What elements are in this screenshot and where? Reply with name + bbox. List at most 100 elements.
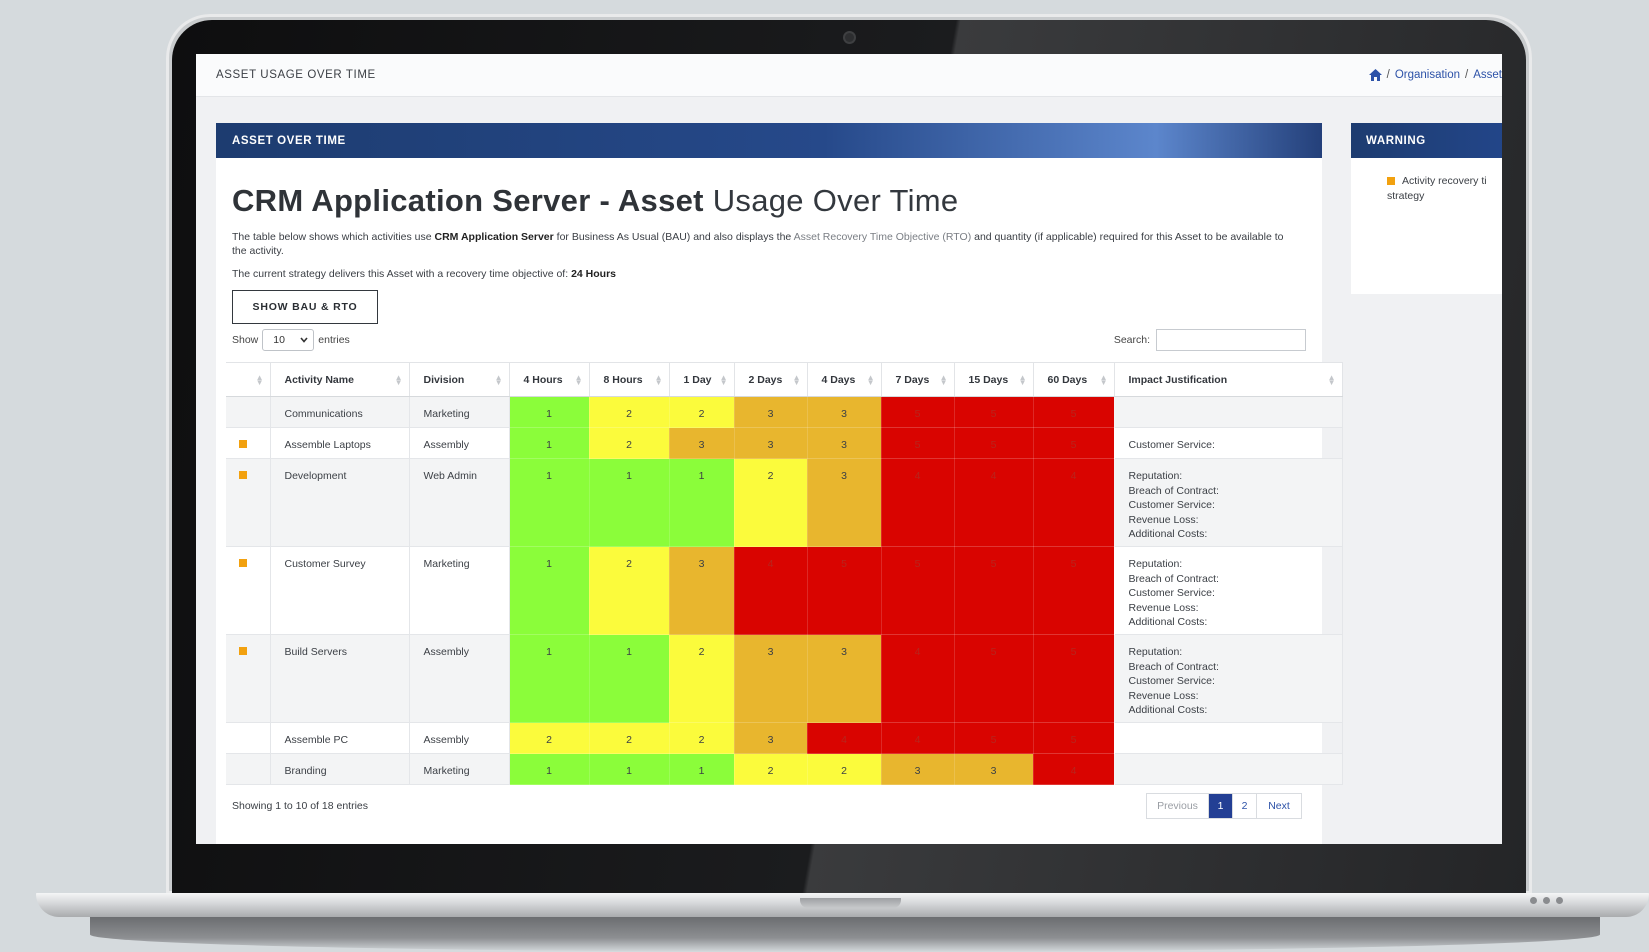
division: Assembly	[409, 634, 510, 723]
impact-justification	[1114, 722, 1343, 754]
rto-statement: The current strategy delivers this Asset…	[232, 268, 616, 280]
column-header-division[interactable]: Division ▲ ▼	[409, 362, 510, 397]
impact-level-cell: 3	[954, 753, 1034, 785]
camera-icon	[845, 33, 854, 42]
sort-icon: ▲ ▼	[574, 373, 583, 387]
column-header-2-days[interactable]: 2 Days ▲ ▼	[734, 362, 808, 397]
table-row[interactable]: Communications Marketing 1 2 2 3 3 5 5 5	[226, 396, 1343, 428]
asset-usage-table: ▲ ▼ Activity Name ▲ ▼ Division ▲ ▼ 4 Hours ▲ ▼ 8 Ho…	[226, 362, 1343, 785]
row-flag-cell	[226, 427, 271, 459]
impact-item: Customer Service:	[1128, 587, 1215, 599]
warning-flag-icon	[239, 647, 247, 655]
impact-level-cell: 2	[589, 396, 670, 428]
table-row[interactable]: Build Servers Assembly 1 1 2 3 3 4 5 5 Reputation:…	[226, 634, 1343, 723]
warning-flag-icon	[1387, 177, 1395, 185]
impact-level-cell: 5	[1033, 427, 1115, 459]
impact-level-cell: 5	[1033, 722, 1115, 754]
impact-level-cell: 5	[881, 427, 955, 459]
home-icon[interactable]	[1368, 69, 1382, 81]
table-row[interactable]: Customer Survey Marketing 1 2 3 4 5 5 5 5 Reputati…	[226, 546, 1343, 635]
division: Marketing	[409, 546, 510, 635]
activity-name[interactable]: Assemble PC	[270, 722, 410, 754]
rto-value: 24 Hours	[571, 268, 616, 280]
sort-icon: ▲ ▼	[1018, 373, 1027, 387]
impact-level-cell: 4	[881, 722, 955, 754]
column-header-activity-name[interactable]: Activity Name ▲ ▼	[270, 362, 410, 397]
impact-level-cell: 1	[509, 427, 590, 459]
impact-level-cell: 1	[669, 753, 735, 785]
title-rest: Usage Over Time	[712, 183, 959, 218]
sort-icon: ▲ ▼	[719, 373, 728, 387]
breadcrumb: / Organisation / Asset	[1368, 69, 1502, 81]
column-header-7-days[interactable]: 7 Days ▲ ▼	[881, 362, 955, 397]
entries-select[interactable]: 10	[262, 329, 315, 351]
show-bau-rto-button[interactable]: SHOW BAU & RTO	[232, 290, 378, 324]
sort-icon: ▲ ▼	[792, 373, 801, 387]
impact-item: Breach of Contract:	[1128, 660, 1219, 673]
impact-level-cell: 2	[509, 722, 590, 754]
impact-level-cell: 5	[954, 427, 1034, 459]
sort-icon: ▲ ▼	[494, 373, 503, 387]
impact-justification: Reputation: Breach of Contract: Customer S…	[1114, 546, 1343, 635]
impact-item: Reputation:	[1128, 558, 1183, 570]
warning-flag-icon	[239, 559, 247, 567]
impact-level-cell: 2	[589, 427, 670, 459]
activity-name[interactable]: Development	[270, 458, 410, 547]
impact-level-cell: 4	[881, 458, 955, 547]
row-flag-cell	[226, 634, 271, 723]
column-header-4-days[interactable]: 4 Days ▲ ▼	[807, 362, 882, 397]
impact-justification: Reputation: Breach of Contract: Customer S…	[1114, 458, 1343, 547]
previous-page-button[interactable]: Previous	[1147, 794, 1209, 818]
impact-item: Customer Service:	[1128, 675, 1215, 687]
table-row[interactable]: Branding Marketing 1 1 1 2 2 3 3 4	[226, 753, 1343, 785]
row-flag-cell	[226, 396, 271, 428]
page-1-button[interactable]: 1	[1209, 794, 1233, 818]
breadcrumb-organisation[interactable]: Organisation	[1395, 69, 1460, 81]
impact-level-cell: 2	[807, 753, 882, 785]
chevron-down-icon	[300, 337, 308, 343]
table-row[interactable]: Assemble Laptops Assembly 1 2 3 3 3 5 5 5 Customer…	[226, 427, 1343, 459]
breadcrumb-asset[interactable]: Asset	[1473, 69, 1502, 81]
column-header-1-day[interactable]: 1 Day ▲ ▼	[669, 362, 735, 397]
activity-name[interactable]: Communications	[270, 396, 410, 428]
column-header-60-days[interactable]: 60 Days ▲ ▼	[1033, 362, 1115, 397]
asset-over-time-panel: ASSET OVER TIME CRM Application Server -…	[216, 123, 1343, 844]
search-input[interactable]	[1156, 329, 1306, 351]
table-info: Showing 1 to 10 of 18 entries	[232, 800, 369, 812]
laptop-shadow	[90, 917, 1600, 952]
description: The table below shows which activities u…	[232, 231, 1284, 257]
impact-level-cell: 2	[669, 722, 735, 754]
activity-name[interactable]: Branding	[270, 753, 410, 785]
impact-level-cell: 3	[669, 427, 735, 459]
impact-level-cell: 2	[669, 634, 735, 723]
impact-level-cell: 3	[734, 722, 808, 754]
panel-header: ASSET OVER TIME	[216, 123, 1322, 158]
row-flag-cell	[226, 753, 271, 785]
division: Assembly	[409, 722, 510, 754]
table-row[interactable]: Assemble PC Assembly 2 2 2 3 4 4 5 5	[226, 722, 1343, 754]
column-header-impact-justification[interactable]: Impact Justification ▲ ▼	[1114, 362, 1343, 397]
next-page-button[interactable]: Next	[1257, 794, 1301, 818]
impact-level-cell: 4	[954, 458, 1034, 547]
row-flag-cell	[226, 458, 271, 547]
activity-name[interactable]: Build Servers	[270, 634, 410, 723]
app-screen: ASSET USAGE OVER TIME / Organisation / A…	[196, 54, 1502, 844]
impact-level-cell: 3	[807, 634, 882, 723]
title-strong: CRM Application Server - Asset	[232, 183, 704, 218]
impact-level-cell: 3	[807, 396, 882, 428]
impact-level-cell: 3	[881, 753, 955, 785]
page-2-button[interactable]: 2	[1233, 794, 1257, 818]
table-row[interactable]: Development Web Admin 1 1 1 2 3 4 4 4 Reputation: B…	[226, 458, 1343, 547]
activity-name[interactable]: Assemble Laptops	[270, 427, 410, 459]
impact-item: Reputation:	[1128, 646, 1183, 658]
column-header-4-hours[interactable]: 4 Hours ▲ ▼	[509, 362, 590, 397]
division: Marketing	[409, 396, 510, 428]
impact-level-cell: 3	[734, 634, 808, 723]
column-header-8-hours[interactable]: 8 Hours ▲ ▼	[589, 362, 670, 397]
impact-level-cell: 5	[881, 396, 955, 428]
impact-level-cell: 4	[734, 546, 808, 635]
column-header-15-days[interactable]: 15 Days ▲ ▼	[954, 362, 1034, 397]
activity-name[interactable]: Customer Survey	[270, 546, 410, 635]
sort-icon: ▲ ▼	[394, 373, 403, 387]
column-header-flag[interactable]: ▲ ▼	[226, 362, 271, 397]
